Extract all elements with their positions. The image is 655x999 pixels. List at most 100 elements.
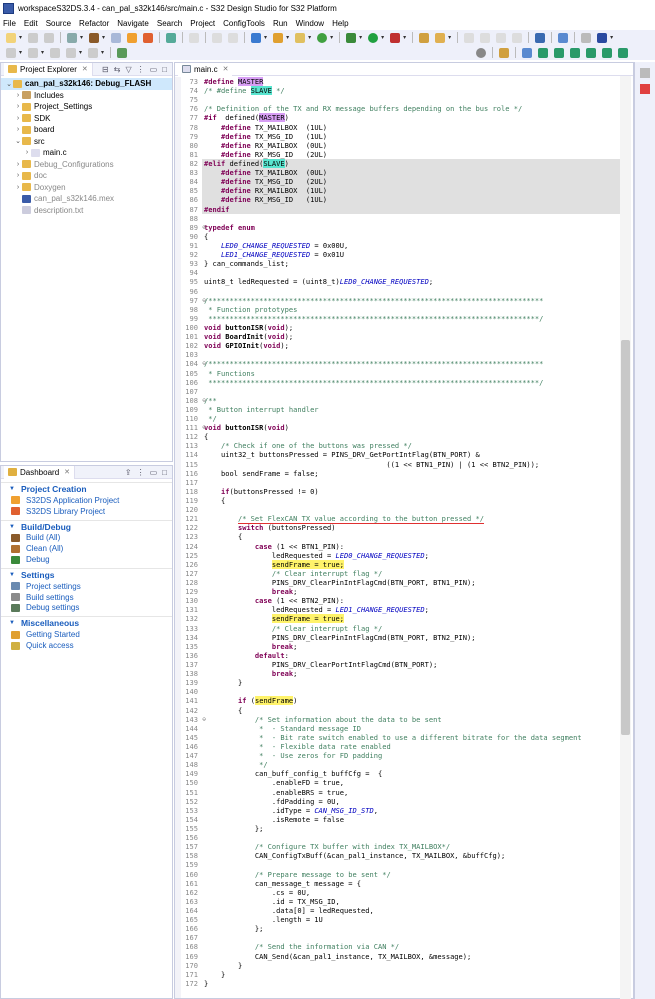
fold-toggle-icon[interactable]: ⊖ bbox=[202, 359, 206, 368]
refresh-icon[interactable] bbox=[317, 32, 328, 43]
collapse-all-icon[interactable]: ⊟ bbox=[102, 65, 109, 74]
menu-project[interactable]: Project bbox=[190, 19, 215, 28]
tab-dashboard[interactable]: Dashboard ✕ bbox=[4, 465, 76, 479]
collapse-triangle-icon[interactable]: ▼ bbox=[9, 524, 15, 530]
expanded-chevron-icon[interactable]: ⌄ bbox=[5, 80, 13, 88]
fold-toggle-icon[interactable]: ⊖ bbox=[202, 423, 206, 432]
search-icon[interactable] bbox=[476, 47, 486, 58]
open-task-icon[interactable] bbox=[419, 32, 430, 43]
debug-perspective-icon[interactable] bbox=[618, 47, 628, 58]
dashboard-section-miscellaneous[interactable]: ▼ Miscellaneous bbox=[1, 616, 172, 629]
view-menu-icon[interactable]: ⋮ bbox=[137, 65, 145, 74]
collapsed-chevron-icon[interactable]: › bbox=[23, 149, 31, 156]
annotation-icon[interactable] bbox=[464, 32, 475, 43]
dashboard-link[interactable]: Build (All) bbox=[1, 533, 172, 544]
menu-source[interactable]: Source bbox=[46, 19, 71, 28]
debug-icon[interactable] bbox=[346, 32, 357, 43]
undo-icon[interactable] bbox=[212, 32, 223, 43]
new-icon[interactable] bbox=[6, 32, 16, 43]
fold-toggle-icon[interactable]: ⊖ bbox=[202, 223, 206, 232]
ddr-perspective-icon[interactable] bbox=[602, 47, 612, 58]
terminal-icon[interactable] bbox=[166, 32, 177, 43]
dashboard-section-settings[interactable]: ▼ Settings bbox=[1, 567, 172, 581]
config-tools-icon[interactable] bbox=[251, 32, 262, 43]
back-icon[interactable] bbox=[66, 47, 77, 58]
close-icon[interactable]: ✕ bbox=[223, 65, 229, 73]
new-class-icon[interactable] bbox=[273, 32, 284, 43]
fold-toggle-icon[interactable]: ⊖ bbox=[202, 396, 206, 405]
new-lib-project-icon[interactable] bbox=[143, 32, 154, 43]
toggle-icon[interactable] bbox=[496, 32, 507, 43]
problems-icon[interactable] bbox=[640, 84, 650, 94]
dashboard-link[interactable]: Debug bbox=[1, 554, 172, 565]
link-icon[interactable] bbox=[558, 32, 569, 43]
menu-help[interactable]: Help bbox=[332, 19, 348, 28]
restore-icon[interactable] bbox=[640, 68, 650, 78]
tree-item[interactable]: › board bbox=[1, 124, 172, 136]
tree-item[interactable]: description.txt bbox=[1, 205, 172, 217]
tree-item[interactable]: › doc bbox=[1, 170, 172, 182]
dashboard-link[interactable]: Clean (All) bbox=[1, 543, 172, 554]
save-icon[interactable] bbox=[28, 32, 39, 43]
components-perspective-icon[interactable] bbox=[586, 47, 596, 58]
maximize-icon[interactable]: □ bbox=[162, 65, 167, 74]
dashboard-section-build-debug[interactable]: ▼ Build/Debug bbox=[1, 519, 172, 533]
collapsed-chevron-icon[interactable]: › bbox=[14, 184, 22, 191]
collapse-triangle-icon[interactable]: ▼ bbox=[9, 486, 15, 492]
tab-main-c[interactable]: main.c ✕ bbox=[178, 63, 233, 76]
tree-item[interactable]: ⌄ src bbox=[1, 136, 172, 148]
view-menu-icon[interactable]: ⋮ bbox=[137, 468, 145, 477]
vertical-scrollbar-thumb[interactable] bbox=[621, 340, 630, 735]
collapse-triangle-icon[interactable]: ▼ bbox=[9, 572, 15, 578]
tree-item[interactable]: can_pal_s32k146.mex bbox=[1, 193, 172, 205]
external-tools-icon[interactable] bbox=[390, 32, 401, 43]
menu-navigate[interactable]: Navigate bbox=[117, 19, 149, 28]
last-edit-icon[interactable] bbox=[50, 47, 61, 58]
tab-project-explorer[interactable]: Project Explorer ✕ bbox=[4, 62, 93, 76]
tree-item[interactable]: › Debug_Configurations bbox=[1, 159, 172, 171]
dashboard-link[interactable]: S32DS Application Project bbox=[1, 495, 172, 506]
collapsed-chevron-icon[interactable]: › bbox=[14, 115, 22, 122]
menu-edit[interactable]: Edit bbox=[24, 19, 38, 28]
tree-item[interactable]: › Project_Settings bbox=[1, 101, 172, 113]
collapsed-chevron-icon[interactable]: › bbox=[14, 126, 22, 133]
perspective-icon[interactable] bbox=[499, 47, 509, 58]
collapsed-chevron-icon[interactable]: › bbox=[14, 92, 22, 99]
c-perspective-icon[interactable] bbox=[522, 47, 532, 58]
tree-item[interactable]: › Includes bbox=[1, 90, 172, 102]
run-icon[interactable] bbox=[368, 32, 379, 43]
dashboard-section-project-creation[interactable]: ▼ Project Creation bbox=[1, 482, 172, 495]
maximize-icon[interactable]: □ bbox=[162, 468, 167, 477]
menu-refactor[interactable]: Refactor bbox=[79, 19, 109, 28]
redo-icon[interactable] bbox=[228, 32, 239, 43]
collapsed-chevron-icon[interactable]: › bbox=[14, 172, 22, 179]
code-area[interactable]: 73 #define MASTER 74/* #define SLAVE */75 7… bbox=[175, 77, 620, 988]
fold-toggle-icon[interactable]: ⊖ bbox=[202, 296, 206, 305]
close-icon[interactable]: ✕ bbox=[82, 65, 88, 73]
menu-file[interactable]: File bbox=[3, 19, 16, 28]
collapse-triangle-icon[interactable]: ▼ bbox=[9, 620, 15, 626]
link-editor-icon[interactable]: ⇆ bbox=[114, 65, 121, 74]
menu-window[interactable]: Window bbox=[296, 19, 324, 28]
tree-item[interactable]: › main.c bbox=[1, 147, 172, 159]
fold-toggle-icon[interactable]: ⊖ bbox=[202, 715, 206, 724]
pins-perspective-icon[interactable] bbox=[538, 47, 548, 58]
save-all-icon[interactable] bbox=[44, 32, 55, 43]
minimize-icon[interactable]: ▭ bbox=[150, 65, 158, 74]
whitespace-icon[interactable] bbox=[512, 32, 523, 43]
filter-icon[interactable]: ▽ bbox=[125, 65, 131, 74]
c-file-icon[interactable] bbox=[189, 32, 200, 43]
collapsed-chevron-icon[interactable]: › bbox=[14, 161, 22, 168]
new-source-icon[interactable] bbox=[295, 32, 306, 43]
menu-search[interactable]: Search bbox=[157, 19, 182, 28]
tree-item[interactable]: › SDK bbox=[1, 113, 172, 125]
dashboard-link[interactable]: S32DS Library Project bbox=[1, 506, 172, 517]
tree-item[interactable]: ⌄ can_pal_s32k146: Debug_FLASH bbox=[1, 78, 172, 90]
build-target-icon[interactable] bbox=[67, 32, 78, 43]
chip-icon[interactable] bbox=[597, 32, 608, 43]
dashboard-link[interactable]: Debug settings bbox=[1, 603, 172, 614]
pin-icon[interactable] bbox=[581, 32, 592, 43]
prev-annotation-icon[interactable] bbox=[28, 47, 39, 58]
import-icon[interactable]: ⇪ bbox=[125, 468, 132, 477]
dashboard-link[interactable]: Getting Started bbox=[1, 629, 172, 640]
